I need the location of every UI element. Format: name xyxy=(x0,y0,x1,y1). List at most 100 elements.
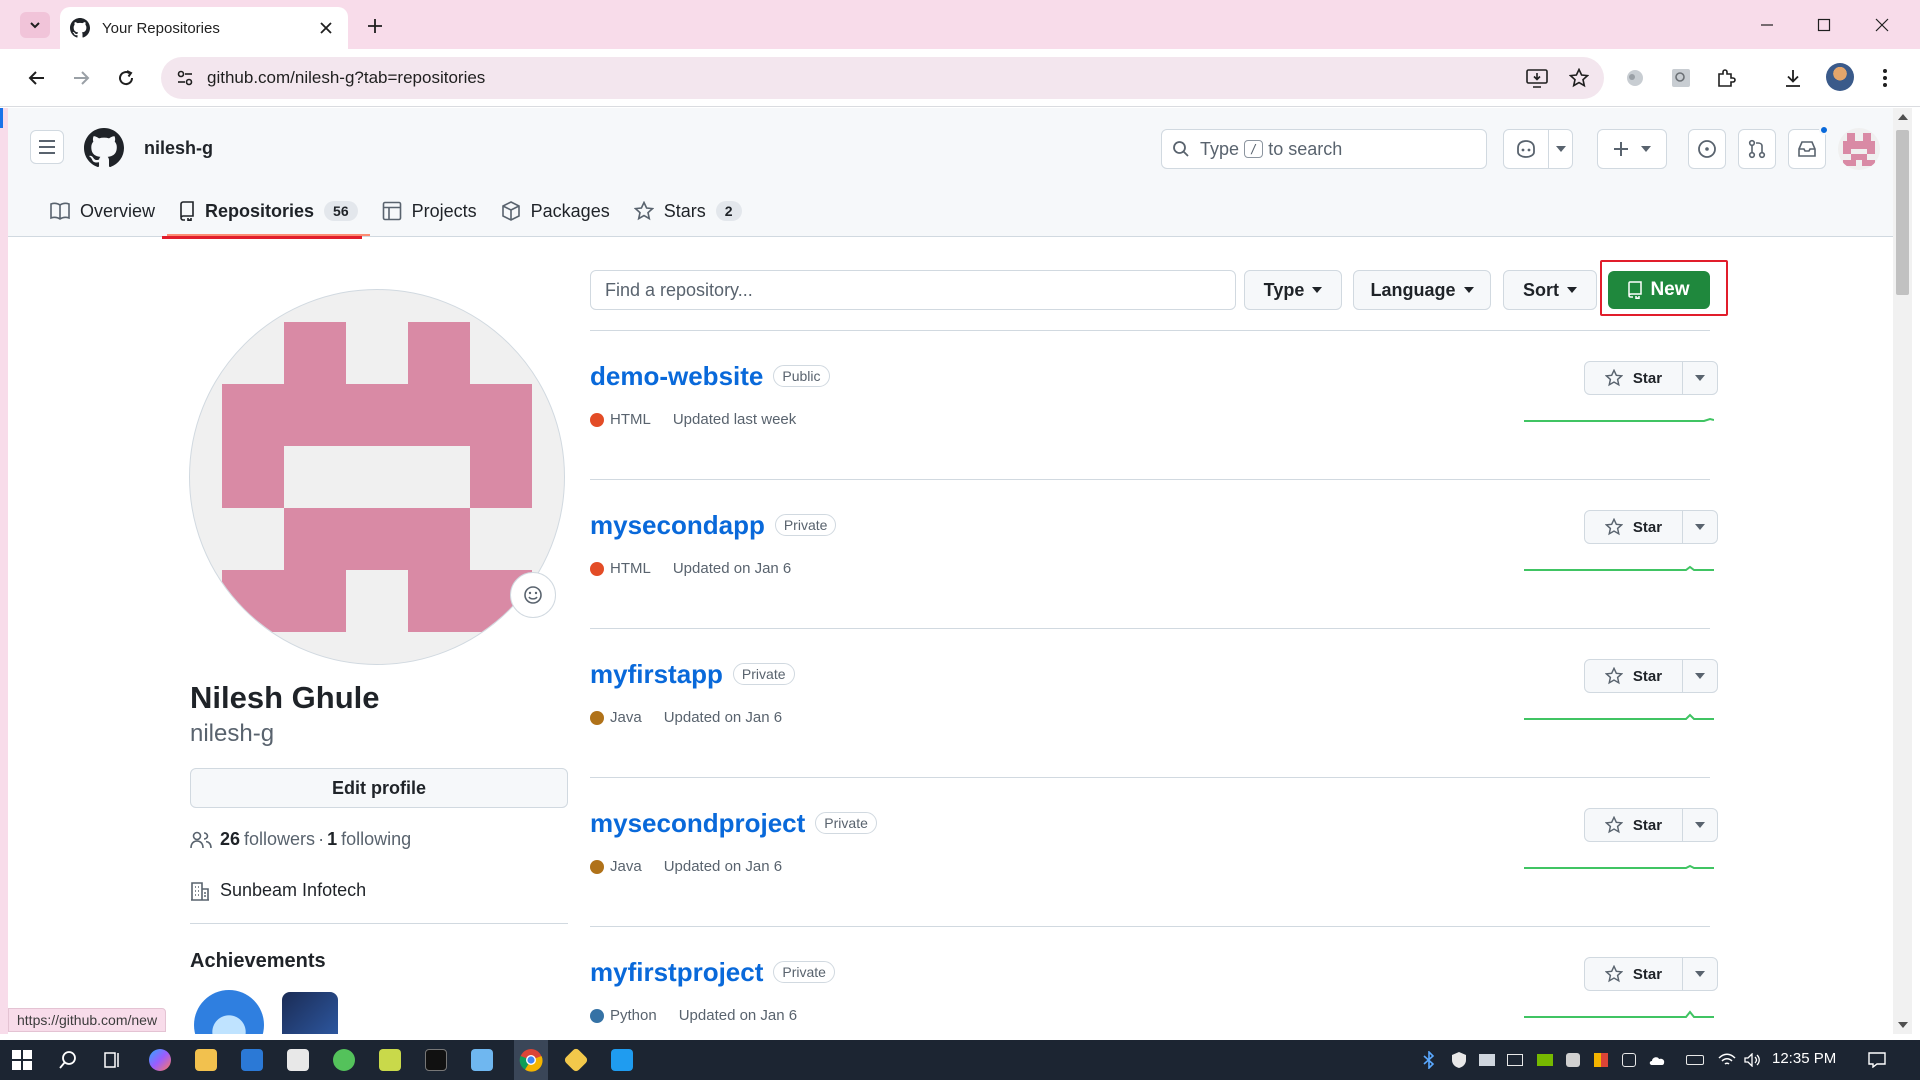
security-shield-icon[interactable] xyxy=(1450,1051,1468,1069)
bookmark-star-icon[interactable] xyxy=(1562,61,1596,95)
site-info-icon[interactable] xyxy=(169,62,201,94)
page-scrollbar[interactable] xyxy=(1893,108,1912,1034)
tray-app-icon-2[interactable] xyxy=(1506,1051,1524,1069)
extensions-puzzle-icon[interactable] xyxy=(1711,63,1741,93)
profile-avatar[interactable] xyxy=(189,289,565,665)
star-button[interactable]: Star xyxy=(1585,957,1683,991)
type-filter-button[interactable]: Type xyxy=(1244,270,1342,310)
downloads-icon[interactable] xyxy=(1778,63,1808,93)
tab-repositories[interactable]: Repositories 56 xyxy=(167,186,370,236)
scroll-up-arrow-icon[interactable] xyxy=(1897,112,1908,122)
global-search-input[interactable]: Type / to search xyxy=(1161,129,1487,169)
tray-app-icon-5[interactable] xyxy=(1620,1051,1638,1069)
tray-app-icon-4[interactable] xyxy=(1592,1051,1610,1069)
back-button[interactable] xyxy=(22,63,52,93)
star-list-dropdown[interactable] xyxy=(1683,659,1717,693)
tab-projects[interactable]: Projects xyxy=(370,186,489,236)
star-list-dropdown[interactable] xyxy=(1683,361,1717,395)
task-view-button[interactable] xyxy=(98,1046,126,1074)
blue-app-icon[interactable] xyxy=(468,1046,496,1074)
notifications-center-icon[interactable] xyxy=(1868,1051,1886,1069)
volume-icon[interactable] xyxy=(1744,1051,1762,1069)
scrollbar-thumb[interactable] xyxy=(1896,130,1909,295)
find-repository-input[interactable]: Find a repository... xyxy=(590,270,1236,310)
vscode-app-icon[interactable] xyxy=(608,1046,636,1074)
header-user-avatar[interactable] xyxy=(1838,128,1880,170)
star-button[interactable]: Star xyxy=(1585,808,1683,842)
create-new-button[interactable] xyxy=(1597,129,1667,169)
pull-requests-button[interactable] xyxy=(1738,129,1776,169)
tab-search-button[interactable] xyxy=(20,12,50,38)
more-vertical-icon xyxy=(1883,69,1887,87)
onedrive-cloud-icon[interactable] xyxy=(1648,1051,1666,1069)
terminal-app-icon[interactable] xyxy=(422,1046,450,1074)
file-explorer-icon[interactable] xyxy=(192,1046,220,1074)
star-button[interactable]: Star xyxy=(1585,510,1683,544)
maximize-window-button[interactable] xyxy=(1809,10,1839,40)
star-button[interactable]: Star xyxy=(1585,659,1683,693)
chrome-app-icon[interactable] xyxy=(517,1046,545,1074)
address-bar[interactable]: github.com/nilesh-g?tab=repositories xyxy=(161,57,1604,99)
start-button[interactable] xyxy=(8,1046,36,1074)
tray-app-icon-1[interactable] xyxy=(1478,1051,1496,1069)
git-app-icon[interactable] xyxy=(562,1046,590,1074)
set-status-button[interactable] xyxy=(510,572,556,618)
notepad-app-icon[interactable] xyxy=(284,1046,312,1074)
copilot-button[interactable] xyxy=(1503,129,1573,169)
bluetooth-icon[interactable] xyxy=(1420,1051,1438,1069)
achievement-badge-shark[interactable] xyxy=(194,990,264,1034)
followers-count[interactable]: 26 xyxy=(220,829,240,850)
menu-button[interactable] xyxy=(30,130,64,164)
repo-name-link[interactable]: mysecondapp xyxy=(590,510,765,540)
repo-name-link[interactable]: demo-website xyxy=(590,361,763,391)
taskbar-clock[interactable]: 12:35 PM xyxy=(1772,1050,1836,1067)
reload-button[interactable] xyxy=(111,63,141,93)
header-username-link[interactable]: nilesh-g xyxy=(144,138,213,159)
green-app-icon[interactable] xyxy=(330,1046,358,1074)
install-app-icon[interactable] xyxy=(1520,61,1554,95)
tray-app-icon-3[interactable] xyxy=(1564,1051,1582,1069)
repo-name-link[interactable]: myfirstapp xyxy=(590,659,723,689)
edit-profile-button[interactable]: Edit profile xyxy=(190,768,568,808)
tab-packages[interactable]: Packages xyxy=(489,186,622,236)
wifi-icon[interactable] xyxy=(1718,1051,1736,1069)
chrome-menu-button[interactable] xyxy=(1870,63,1900,93)
followers-label[interactable]: followers xyxy=(244,829,315,850)
following-label[interactable]: following xyxy=(341,829,411,850)
nvidia-icon[interactable] xyxy=(1536,1051,1554,1069)
issues-button[interactable] xyxy=(1688,129,1726,169)
repo-name-link[interactable]: mysecondproject xyxy=(590,808,805,838)
sort-button[interactable]: Sort xyxy=(1503,270,1597,310)
following-count[interactable]: 1 xyxy=(327,829,337,850)
taskbar-search-button[interactable] xyxy=(54,1046,82,1074)
code-editor-app-icon[interactable] xyxy=(376,1046,404,1074)
minimize-window-button[interactable] xyxy=(1752,10,1782,40)
language-filter-button[interactable]: Language xyxy=(1353,270,1491,310)
star-list-dropdown[interactable] xyxy=(1683,510,1717,544)
close-tab-icon[interactable] xyxy=(316,18,336,38)
profile-full-name: Nilesh Ghule xyxy=(190,680,380,715)
repo-name-link[interactable]: myfirstproject xyxy=(590,957,763,987)
extension-icon-1[interactable] xyxy=(1620,63,1650,93)
scroll-down-arrow-icon[interactable] xyxy=(1897,1020,1908,1030)
battery-icon[interactable] xyxy=(1686,1051,1704,1069)
new-tab-button[interactable] xyxy=(363,14,387,38)
caret-down-icon xyxy=(1695,375,1705,381)
repositories-count: 56 xyxy=(324,201,358,221)
browser-profile-avatar[interactable] xyxy=(1826,63,1854,91)
ide-app-icon[interactable] xyxy=(238,1046,266,1074)
forward-button[interactable] xyxy=(66,63,96,93)
achievement-badge-starstruck[interactable] xyxy=(282,992,338,1034)
star-list-dropdown[interactable] xyxy=(1683,957,1717,991)
achievements-title: Achievements xyxy=(190,950,326,972)
browser-tab-active[interactable]: Your Repositories xyxy=(60,7,348,49)
tab-stars[interactable]: Stars 2 xyxy=(622,186,754,236)
tab-overview[interactable]: Overview xyxy=(38,186,167,236)
notifications-button[interactable] xyxy=(1788,125,1829,169)
github-logo-icon[interactable] xyxy=(84,128,124,168)
star-list-dropdown[interactable] xyxy=(1683,808,1717,842)
copilot-app-icon[interactable] xyxy=(146,1046,174,1074)
star-button[interactable]: Star xyxy=(1585,361,1683,395)
extension-icon-2[interactable] xyxy=(1666,63,1696,93)
close-window-button[interactable] xyxy=(1867,10,1897,40)
